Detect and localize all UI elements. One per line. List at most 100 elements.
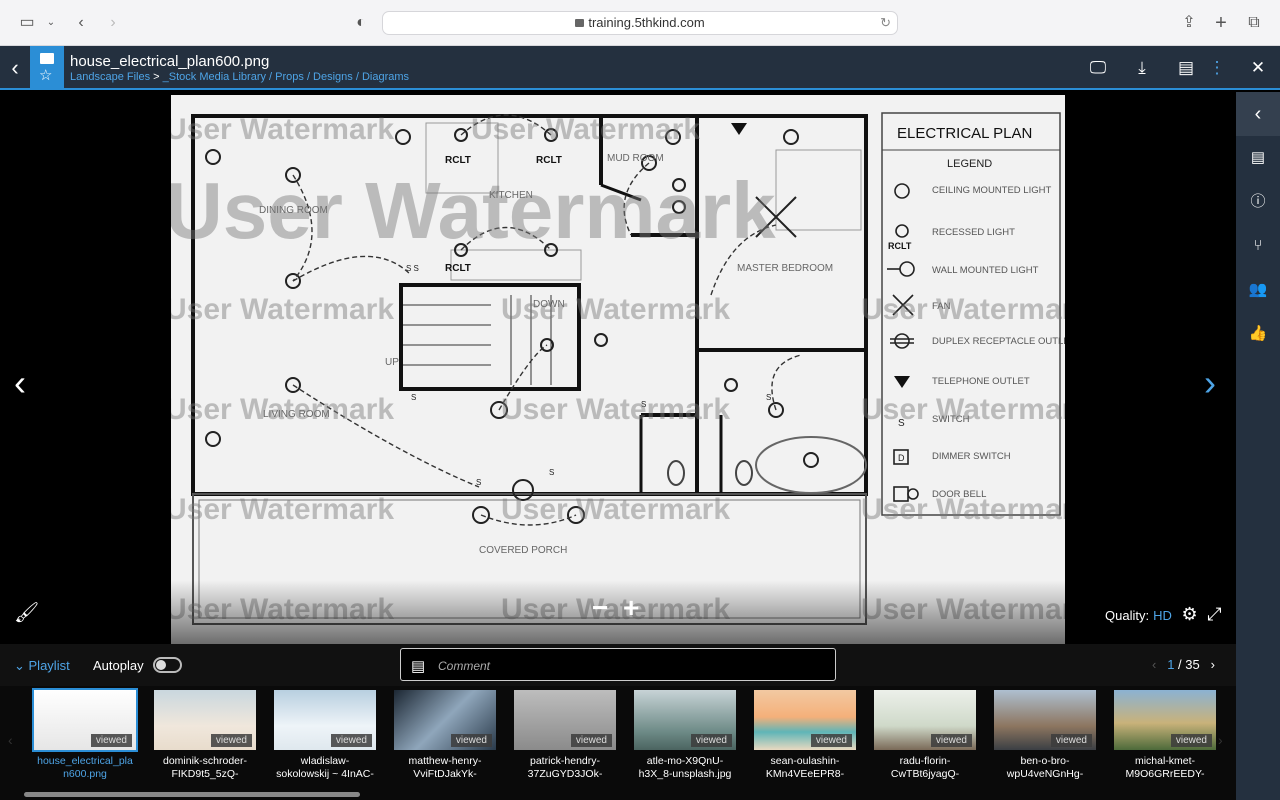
thumbnail-label: wladislaw- sokolowskij ~ 4InAC- xyxy=(276,755,374,780)
back-button[interactable]: ‹ xyxy=(0,46,30,90)
users-icon[interactable]: 👥 xyxy=(1236,268,1280,312)
thumbnail-label: atle-mo-X9QnU- h3X_8-unsplash.jpg xyxy=(638,755,732,780)
forward-icon[interactable]: › xyxy=(102,12,124,34)
svg-text:S: S xyxy=(411,393,416,402)
legend-item: RECESSED LIGHT xyxy=(932,227,1015,238)
document-icon[interactable]: ▤ xyxy=(1236,136,1280,180)
thumbnail-item[interactable]: viewed dominik-schroder- FIKD9t5_5zQ- xyxy=(154,690,256,781)
thumbnail-image: viewed xyxy=(274,690,376,750)
chevron-down-icon: ⌄ xyxy=(14,658,29,673)
viewed-badge: viewed xyxy=(570,734,612,747)
folder-badge: ☆ xyxy=(30,46,64,90)
tabs-overview-icon[interactable]: ⧉ xyxy=(1243,12,1265,34)
back-icon[interactable]: ‹ xyxy=(70,12,92,34)
comment-input[interactable]: ▤ Comment xyxy=(400,648,836,681)
thumbnail-label: radu-florin- CwTBt6jyagQ- xyxy=(890,755,960,780)
svg-text:S: S xyxy=(766,393,771,402)
pagination: ‹ 1 / 35 › xyxy=(1152,657,1215,672)
thumbnail-item[interactable]: viewed matthew-henry- VviFtDJakYk- xyxy=(394,690,496,781)
legend-item: WALL MOUNTED LIGHT xyxy=(932,265,1039,276)
rclt-label: RCLT xyxy=(445,263,471,274)
viewed-badge: viewed xyxy=(690,734,732,747)
chevron-down-icon[interactable]: ⌄ xyxy=(40,12,62,34)
annotate-brush-icon[interactable]: 🖌 xyxy=(14,600,39,625)
room-label: MASTER BEDROOM xyxy=(737,263,833,274)
breadcrumb-path[interactable]: _Stock Media Library / Props / Designs /… xyxy=(163,71,409,83)
thumbnail-item[interactable]: viewed wladislaw- sokolowskij ~ 4InAC- xyxy=(274,690,376,781)
comments-icon[interactable]: ▤ xyxy=(1174,56,1198,80)
monitor-icon[interactable]: 🖵 xyxy=(1086,56,1110,80)
fullscreen-icon[interactable]: ⤢ xyxy=(1207,604,1221,624)
breadcrumb-separator: > xyxy=(150,71,163,83)
prev-page-icon[interactable]: ‹ xyxy=(1152,657,1156,672)
watermark: User Watermark xyxy=(171,493,394,526)
plan-title: ELECTRICAL PLAN xyxy=(897,125,1032,142)
horizontal-scrollbar[interactable] xyxy=(24,792,360,797)
thumbnail-item[interactable]: viewed atle-mo-X9QnU- h3X_8-unsplash.jpg xyxy=(634,690,736,781)
next-image-button[interactable]: › xyxy=(1204,362,1216,404)
thumbnail-label: ben-o-bro- wpU4veNGnHg- xyxy=(1006,755,1084,780)
viewed-badge: viewed xyxy=(330,734,372,747)
thumbnail-item[interactable]: viewed house_electrical_pla n600.png xyxy=(32,688,138,781)
info-icon[interactable]: ⓘ xyxy=(1236,180,1280,224)
thumbnail-label: dominik-schroder- FIKD9t5_5zQ- xyxy=(162,755,248,780)
thumbnail-item[interactable]: viewed radu-florin- CwTBt6jyagQ- xyxy=(874,690,976,781)
breadcrumb-root[interactable]: Landscape Files xyxy=(70,71,150,83)
watermark: User Watermark xyxy=(171,166,776,255)
watermark: User Watermark xyxy=(471,113,700,146)
comment-placeholder: Comment xyxy=(438,659,491,673)
thumbnail-item[interactable]: viewed michal-kmet- M9O6GRrEEDY- xyxy=(1114,690,1216,781)
quality-selector[interactable]: Quality: HD ⚙ ⤢ xyxy=(1105,604,1222,625)
privacy-shield-icon[interactable]: ◐ xyxy=(350,12,372,34)
room-label: MUD ROOM xyxy=(607,153,664,164)
branch-icon[interactable]: ⑂ xyxy=(1236,224,1280,268)
zoom-in-button[interactable]: + xyxy=(623,592,639,624)
legend-item: DUPLEX RECEPTACLE OUTLET xyxy=(932,336,1065,347)
toggle-knob xyxy=(156,660,166,670)
thumbnail-image: viewed xyxy=(994,690,1096,750)
thumbs-up-icon[interactable]: 👍 xyxy=(1236,312,1280,356)
thumbnail-label: patrick-hendry- 37ZuGYD3JOk- xyxy=(527,755,603,780)
viewed-badge: viewed xyxy=(450,734,492,747)
gear-icon[interactable]: ⚙ xyxy=(1181,604,1197,624)
autoplay-toggle[interactable] xyxy=(153,657,182,673)
watermark: User Watermark xyxy=(171,293,394,326)
viewed-badge: viewed xyxy=(210,734,252,747)
floor-plan-image[interactable]: S SSS SSS DINING ROOM KITCHEN MUD ROOM M… xyxy=(171,95,1065,644)
thumbnail-image: viewed xyxy=(514,690,616,750)
lock-icon xyxy=(575,19,585,27)
thumbnail-item[interactable]: viewed ben-o-bro- wpU4veNGnHg- xyxy=(994,690,1096,781)
share-icon[interactable]: ⇪ xyxy=(1178,12,1200,34)
legend-item: TELEPHONE OUTLET xyxy=(932,376,1030,387)
right-sidebar: ‹ ▤ ⓘ ⑂ 👥 👍 xyxy=(1236,92,1280,800)
comment-icon: ▤ xyxy=(411,658,426,675)
star-icon[interactable]: ☆ xyxy=(39,66,52,84)
address-bar[interactable]: training.5thkind.com ↻ xyxy=(382,11,898,35)
sidebar-toggle-icon[interactable]: ▭ xyxy=(16,12,38,34)
previous-image-button[interactable]: ‹ xyxy=(14,362,26,404)
thumbnail-label: house_electrical_pla n600.png xyxy=(37,755,133,780)
more-icon[interactable]: ⋮ xyxy=(1205,56,1229,80)
app-header: ‹ ☆ house_electrical_plan600.png Landsca… xyxy=(0,46,1280,90)
strip-right-arrow[interactable]: › xyxy=(1218,732,1223,748)
zoom-out-button[interactable]: − xyxy=(592,592,608,624)
thumbnail-label: michal-kmet- M9O6GRrEEDY- xyxy=(1125,755,1205,780)
next-page-icon[interactable]: › xyxy=(1211,657,1215,672)
legend-item: DIMMER SWITCH xyxy=(932,451,1011,462)
image-fade xyxy=(171,580,1065,644)
download-icon[interactable]: ⤓ xyxy=(1130,56,1154,80)
playlist-toggle[interactable]: ⌄ Playlist xyxy=(14,658,70,674)
collapse-sidebar-icon[interactable]: ‹ xyxy=(1236,92,1280,136)
svg-text:S: S xyxy=(549,468,554,477)
file-title: house_electrical_plan600.png xyxy=(70,53,270,70)
thumbnail-image: viewed xyxy=(394,690,496,750)
thumbnail-item[interactable]: viewed patrick-hendry- 37ZuGYD3JOk- xyxy=(514,690,616,781)
thumbnail-strip: ‹ › viewed house_electrical_pla n600.png v… xyxy=(0,686,1236,800)
watermark: User Watermark xyxy=(171,113,394,146)
reload-icon[interactable]: ↻ xyxy=(880,12,891,34)
strip-left-arrow[interactable]: ‹ xyxy=(8,732,13,748)
close-icon[interactable]: ✕ xyxy=(1246,56,1270,80)
quality-value[interactable]: HD xyxy=(1153,608,1172,623)
new-tab-icon[interactable]: + xyxy=(1210,12,1232,34)
thumbnail-item[interactable]: viewed sean-oulashin- KMn4VEeEPR8- xyxy=(754,690,856,781)
